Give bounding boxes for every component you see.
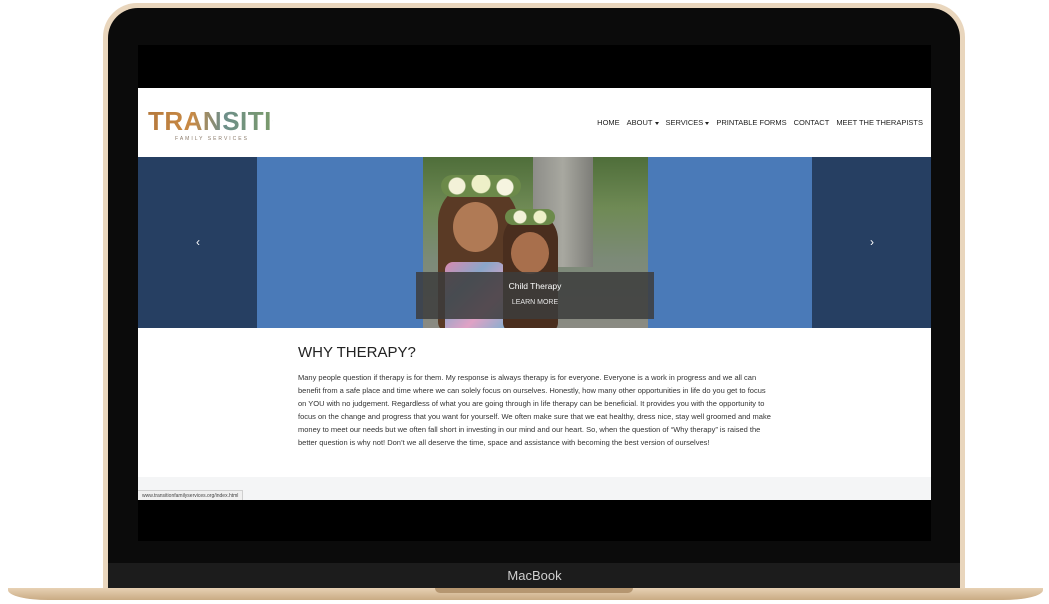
laptop-screen: TRANSITION FAMILY SERVICES HOME ABOUT SE… bbox=[138, 45, 931, 541]
slider-side-right: › bbox=[812, 157, 931, 328]
nav-contact[interactable]: CONTACT bbox=[794, 118, 830, 128]
nav-label: SERVICES bbox=[665, 118, 704, 127]
nav-label: PRINTABLE FORMS bbox=[716, 118, 787, 127]
nav-about[interactable]: ABOUT bbox=[627, 118, 659, 128]
caret-down-icon bbox=[654, 121, 659, 125]
logo-wordmark: TRANSITION bbox=[148, 106, 312, 136]
why-therapy-section: WHY THERAPY? Many people question if the… bbox=[298, 344, 773, 449]
laptop-mockup: MacBook TRANSITION FAMILY SERVICES HOME … bbox=[0, 0, 1049, 604]
laptop-notch bbox=[435, 588, 633, 593]
photo-flower-crown bbox=[505, 209, 555, 225]
chevron-left-icon[interactable]: ‹ bbox=[193, 236, 203, 248]
slider-side-left: ‹ bbox=[138, 157, 257, 328]
device-label: MacBook bbox=[507, 568, 562, 583]
nav-label: ABOUT bbox=[626, 118, 653, 127]
nav-label: MEET THE THERAPISTS bbox=[836, 118, 923, 127]
footer-band bbox=[138, 477, 931, 500]
nav-services[interactable]: SERVICES bbox=[666, 118, 710, 128]
chevron-right-icon[interactable]: › bbox=[867, 236, 877, 248]
logo-tagline: FAMILY SERVICES bbox=[175, 136, 249, 142]
website-page: TRANSITION FAMILY SERVICES HOME ABOUT SE… bbox=[138, 88, 931, 500]
caret-down-icon bbox=[705, 121, 710, 125]
nav-meet-the-therapists[interactable]: MEET THE THERAPISTS bbox=[836, 118, 923, 128]
section-heading: WHY THERAPY? bbox=[298, 344, 416, 361]
nav-label: HOME bbox=[597, 118, 620, 127]
nav-printable-forms[interactable]: PRINTABLE FORMS bbox=[716, 118, 786, 128]
site-header: TRANSITION FAMILY SERVICES HOME ABOUT SE… bbox=[138, 88, 931, 157]
photo-flower-crown bbox=[441, 175, 521, 197]
slide-caption: Child Therapy LEARN MORE bbox=[416, 272, 654, 319]
site-logo[interactable]: TRANSITION FAMILY SERVICES bbox=[148, 106, 312, 146]
status-bar-url: www.transitionfamilyservices.org/index.h… bbox=[138, 490, 244, 500]
photo-child-face bbox=[453, 202, 498, 252]
main-nav: HOME ABOUT SERVICES PRINTABLE FORMS CONT… bbox=[597, 118, 923, 128]
photo-child-face bbox=[511, 232, 549, 274]
nav-label: CONTACT bbox=[793, 118, 830, 127]
section-body: Many people question if therapy is for t… bbox=[298, 373, 771, 447]
slide-caption-title: Child Therapy bbox=[508, 281, 562, 291]
learn-more-link[interactable]: LEARN MORE bbox=[416, 298, 654, 308]
nav-home[interactable]: HOME bbox=[597, 118, 620, 128]
hero-slider: ‹ › Child Therapy LEARN MORE bbox=[138, 157, 931, 328]
